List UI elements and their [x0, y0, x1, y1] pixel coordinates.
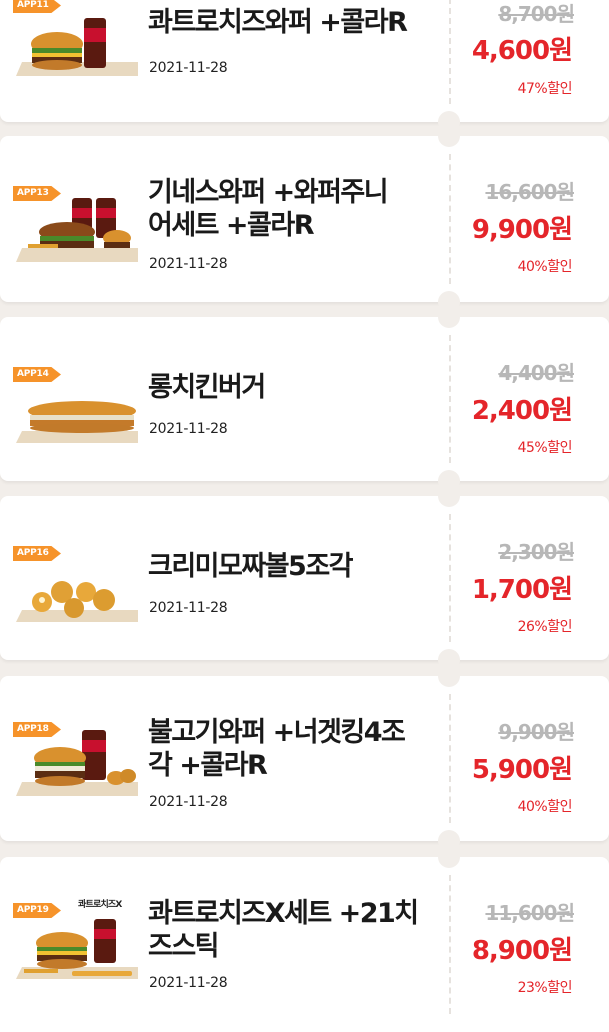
- food-image: [16, 730, 138, 796]
- coupon-title-line: 즈스틱: [148, 931, 220, 962]
- coupon-title-line: 롱치킨버거: [148, 372, 266, 403]
- food-image: [16, 581, 138, 622]
- coupon-divider: [449, 514, 451, 642]
- original-price: 9,900원: [498, 720, 575, 744]
- original-price: 16,600원: [485, 180, 575, 204]
- sale-price: 5,900원: [471, 755, 573, 785]
- coupon-title: 롱치킨버거: [148, 371, 448, 404]
- coupon-title: 크리미모짜볼5조각: [148, 550, 448, 583]
- coupon-date: 2021-11-28: [149, 975, 228, 991]
- food-image: [16, 401, 138, 443]
- coupon-title-line: 어세트 +콜라R: [148, 210, 315, 241]
- coupon-divider: [449, 0, 451, 104]
- coupon-date: 2021-11-28: [149, 421, 228, 437]
- original-price: 11,600원: [485, 901, 575, 925]
- coupon-title: 콰트로치즈와퍼 +콜라R: [148, 6, 448, 39]
- coupon-divider: [449, 154, 451, 284]
- discount-rate: 45%할인: [517, 440, 573, 456]
- coupon-notch: [438, 125, 460, 147]
- coupon-date: 2021-11-28: [149, 60, 228, 76]
- coupon-date: 2021-11-28: [149, 600, 228, 616]
- discount-rate: 23%할인: [517, 980, 573, 996]
- coupon-card[interactable]: APP19 콰트로치즈X 콰트로치즈X세트 +21치 즈스틱 2021-11-2…: [0, 846, 609, 1032]
- coupon-title-line: 기네스와퍼 +와퍼주니: [148, 177, 389, 208]
- coupon-notch: [438, 306, 460, 328]
- brand-label: 콰트로치즈X: [78, 900, 122, 910]
- coupon-card[interactable]: APP16 크리미모짜볼5조각 2021-11-28 2,300원 1,700원…: [0, 485, 609, 671]
- coupon-divider: [449, 335, 451, 463]
- food-image: [16, 198, 138, 262]
- coupon-date: 2021-11-28: [149, 256, 228, 272]
- discount-rate: 40%할인: [517, 259, 573, 275]
- original-price: 8,700원: [498, 2, 575, 26]
- coupon-card[interactable]: APP18 불고기와퍼 +너겟킹4조 각 +콜라R 2021-11-28 9,9…: [0, 665, 609, 852]
- coupon-notch: [438, 846, 460, 868]
- coupon-title: 콰트로치즈X세트 +21치 즈스틱: [148, 897, 448, 963]
- coupon-notch: [438, 665, 460, 687]
- discount-rate: 47%할인: [517, 81, 573, 97]
- coupon-title-line: 각 +콜라R: [148, 750, 268, 781]
- coupon-date: 2021-11-28: [149, 794, 228, 810]
- coupon-notch: [438, 485, 460, 507]
- sale-price: 2,400원: [471, 396, 573, 426]
- coupon-title: 불고기와퍼 +너겟킹4조 각 +콜라R: [148, 716, 448, 782]
- coupon-title-line: 불고기와퍼 +너겟킹4조: [148, 717, 406, 748]
- sale-price: 8,900원: [471, 936, 573, 966]
- coupon-title-line: 크리미모짜볼5조각: [148, 551, 354, 582]
- coupon-title: 기네스와퍼 +와퍼주니 어세트 +콜라R: [148, 176, 448, 242]
- coupon-divider: [449, 694, 451, 823]
- sale-price: 9,900원: [471, 215, 573, 245]
- sale-price: 4,600원: [471, 36, 573, 66]
- discount-rate: 26%할인: [517, 619, 573, 635]
- original-price: 4,400원: [498, 361, 575, 385]
- coupon-divider: [449, 875, 451, 1014]
- food-image: [16, 18, 138, 76]
- original-price: 2,300원: [498, 540, 575, 564]
- food-image: [16, 919, 138, 979]
- coupon-title-line: 콰트로치즈와퍼 +콜라R: [148, 7, 408, 38]
- coupon-title-line: 콰트로치즈X세트 +21치: [148, 898, 419, 929]
- coupon-card[interactable]: APP13 기네스와퍼 +와퍼주니 어세트 +콜라R 2021-11-28 16…: [0, 125, 609, 313]
- coupon-card[interactable]: APP14 롱치킨버거 2021-11-28 4,400원 2,400원 45%…: [0, 306, 609, 492]
- discount-rate: 40%할인: [517, 799, 573, 815]
- sale-price: 1,700원: [471, 575, 573, 605]
- coupon-card[interactable]: APP11 콰트로치즈와퍼 +콜라R 2021-11-28 8,700원 4,6…: [0, 0, 609, 133]
